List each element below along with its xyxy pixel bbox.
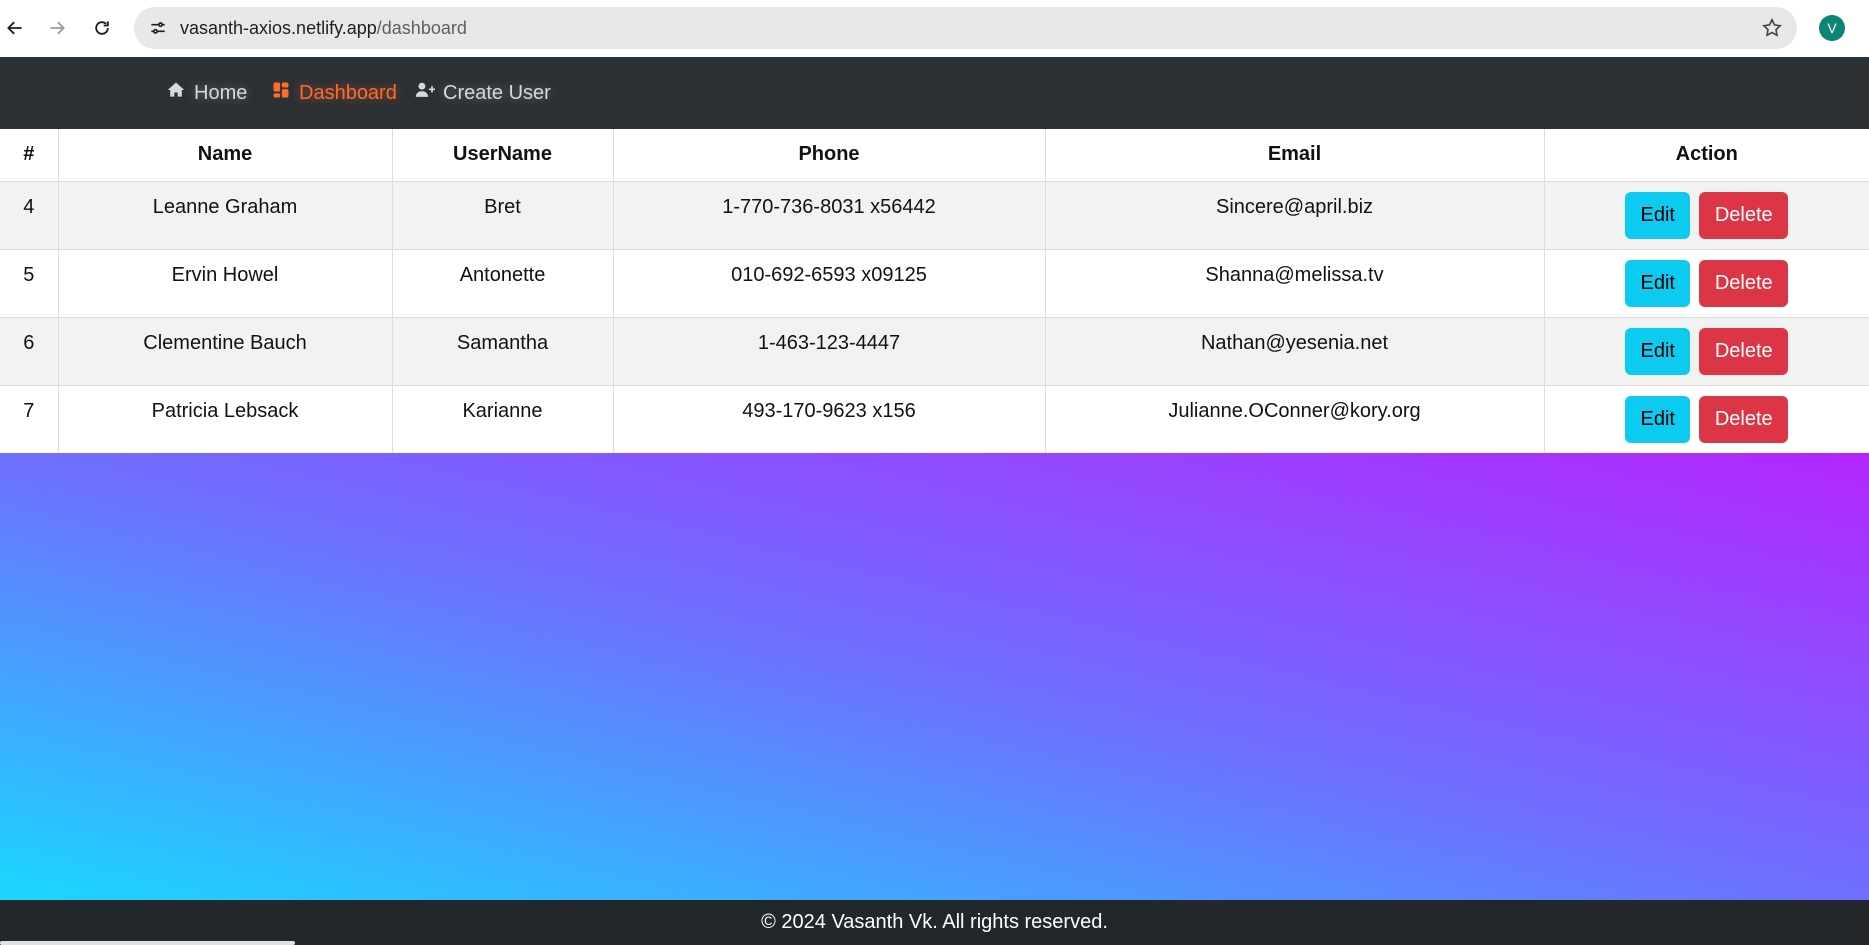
column-header-phone: Phone <box>613 129 1046 182</box>
profile-avatar[interactable]: V <box>1819 15 1845 41</box>
cell-id: 6 <box>0 317 59 386</box>
nav-home-label: Home <box>194 81 248 104</box>
column-header-username: UserName <box>392 129 614 182</box>
nav-dashboard-label: Dashboard <box>299 81 397 104</box>
users-table-container: # Name UserName Phone Email Action 4 Lea… <box>0 129 1869 454</box>
footer-copyright: © 2024 Vasanth Vk. All rights reserved. <box>761 911 1108 933</box>
edit-button[interactable]: Edit <box>1625 191 1691 239</box>
gradient-background <box>0 453 1869 900</box>
table-header-row: # Name UserName Phone Email Action <box>0 129 1869 182</box>
address-bar[interactable]: vasanth-axios.netlify.app/dashboard <box>134 7 1797 49</box>
app-navbar: Home Dashboard Create User <box>0 57 1869 129</box>
cell-action: Edit Delete <box>1544 181 1869 250</box>
cell-id: 4 <box>0 181 59 250</box>
edit-button[interactable]: Edit <box>1625 259 1691 307</box>
table-row: 7 Patricia Lebsack Karianne 493-170-9623… <box>0 385 1869 454</box>
bookmark-star-icon[interactable] <box>1761 17 1783 39</box>
site-info-icon[interactable] <box>148 18 168 38</box>
cell-phone: 1-463-123-4447 <box>613 317 1046 386</box>
cell-username: Bret <box>392 181 614 250</box>
column-header-email: Email <box>1045 129 1545 182</box>
delete-button[interactable]: Delete <box>1699 259 1789 307</box>
nav-create-user-link[interactable]: Create User <box>415 79 551 107</box>
dashboard-icon <box>271 80 291 106</box>
cell-name: Ervin Howel <box>58 249 393 318</box>
cell-phone: 1-770-736-8031 x56442 <box>613 181 1046 250</box>
cell-email: Julianne.OConner@kory.org <box>1045 385 1545 454</box>
column-header-name: Name <box>58 129 393 182</box>
delete-button[interactable]: Delete <box>1699 327 1789 375</box>
cell-id: 5 <box>0 249 59 318</box>
column-header-action: Action <box>1544 129 1869 182</box>
nav-home-link[interactable]: Home <box>166 79 247 107</box>
browser-toolbar: vasanth-axios.netlify.app/dashboard V <box>0 0 1869 57</box>
users-table: # Name UserName Phone Email Action 4 Lea… <box>0 129 1869 454</box>
cell-email: Nathan@yesenia.net <box>1045 317 1545 386</box>
url-path: /dashboard <box>376 18 467 38</box>
url-text: vasanth-axios.netlify.app/dashboard <box>180 18 467 38</box>
cell-phone: 493-170-9623 x156 <box>613 385 1046 454</box>
reload-icon[interactable] <box>87 13 117 43</box>
cell-name: Leanne Graham <box>58 181 393 250</box>
cell-email: Shanna@melissa.tv <box>1045 249 1545 318</box>
cell-username: Antonette <box>392 249 614 318</box>
back-icon[interactable] <box>0 13 30 43</box>
edit-button[interactable]: Edit <box>1625 327 1691 375</box>
cell-id: 7 <box>0 385 59 454</box>
table-row: 4 Leanne Graham Bret 1-770-736-8031 x564… <box>0 181 1869 250</box>
cell-name: Clementine Bauch <box>58 317 393 386</box>
cell-phone: 010-692-6593 x09125 <box>613 249 1046 318</box>
column-header-id: # <box>0 129 59 182</box>
cell-action: Edit Delete <box>1544 385 1869 454</box>
edit-button[interactable]: Edit <box>1625 395 1691 443</box>
forward-icon[interactable] <box>42 13 72 43</box>
cell-action: Edit Delete <box>1544 317 1869 386</box>
delete-button[interactable]: Delete <box>1699 395 1789 443</box>
url-host: vasanth-axios.netlify.app <box>180 18 377 38</box>
table-row: 5 Ervin Howel Antonette 010-692-6593 x09… <box>0 249 1869 318</box>
delete-button[interactable]: Delete <box>1699 191 1789 239</box>
cell-username: Samantha <box>392 317 614 386</box>
cell-action: Edit Delete <box>1544 249 1869 318</box>
page-footer: © 2024 Vasanth Vk. All rights reserved. <box>0 900 1869 945</box>
table-row: 6 Clementine Bauch Samantha 1-463-123-44… <box>0 317 1869 386</box>
horizontal-scrollbar[interactable] <box>0 941 295 945</box>
cell-email: Sincere@april.biz <box>1045 181 1545 250</box>
cell-name: Patricia Lebsack <box>58 385 393 454</box>
nav-create-user-label: Create User <box>443 81 551 104</box>
home-icon <box>166 80 186 106</box>
nav-dashboard-link[interactable]: Dashboard <box>271 79 397 107</box>
user-plus-icon <box>415 80 436 106</box>
cell-username: Karianne <box>392 385 614 454</box>
